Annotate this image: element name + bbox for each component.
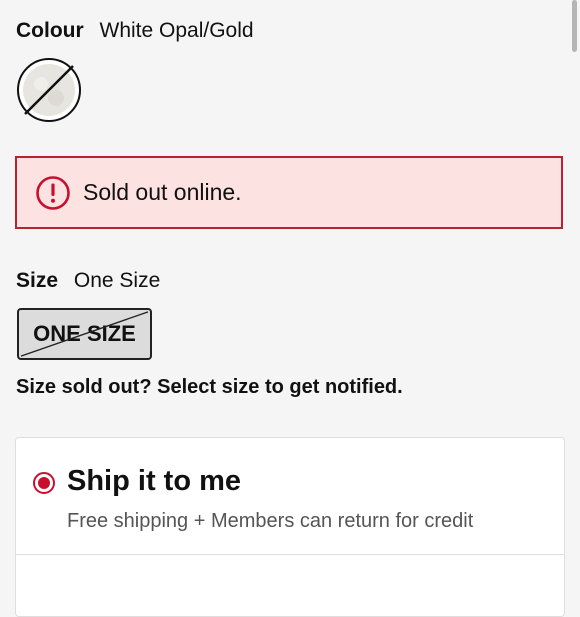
size-row: Size One Size	[16, 268, 160, 294]
sold-out-alert: Sold out online.	[15, 156, 563, 229]
strikethrough-icon	[20, 311, 149, 357]
swatch-unavailable-icon	[17, 58, 81, 122]
colour-row: Colour White Opal/Gold	[16, 18, 254, 44]
size-label: Size	[16, 269, 59, 292]
notify-text: Size sold out? Select size to get notifi…	[16, 376, 403, 398]
alert-message: Sold out online.	[83, 179, 242, 205]
size-value: One Size	[73, 269, 161, 292]
colour-value: White Opal/Gold	[99, 19, 254, 42]
colour-label: Colour	[16, 19, 84, 42]
size-option-one-size[interactable]: ONE SIZE	[17, 308, 152, 360]
shipping-options-card: Ship it to me Free shipping + Members ca…	[15, 437, 565, 617]
ship-option-title: Ship it to me	[67, 465, 241, 497]
alert-circle-icon	[36, 175, 70, 210]
page-scrollbar[interactable]	[572, 0, 577, 52]
ship-option-subtitle: Free shipping + Members can return for c…	[67, 510, 474, 532]
option-divider	[16, 554, 564, 555]
colour-swatch-white-opal-gold[interactable]	[16, 57, 82, 123]
ship-radio-selected[interactable]	[33, 472, 55, 494]
